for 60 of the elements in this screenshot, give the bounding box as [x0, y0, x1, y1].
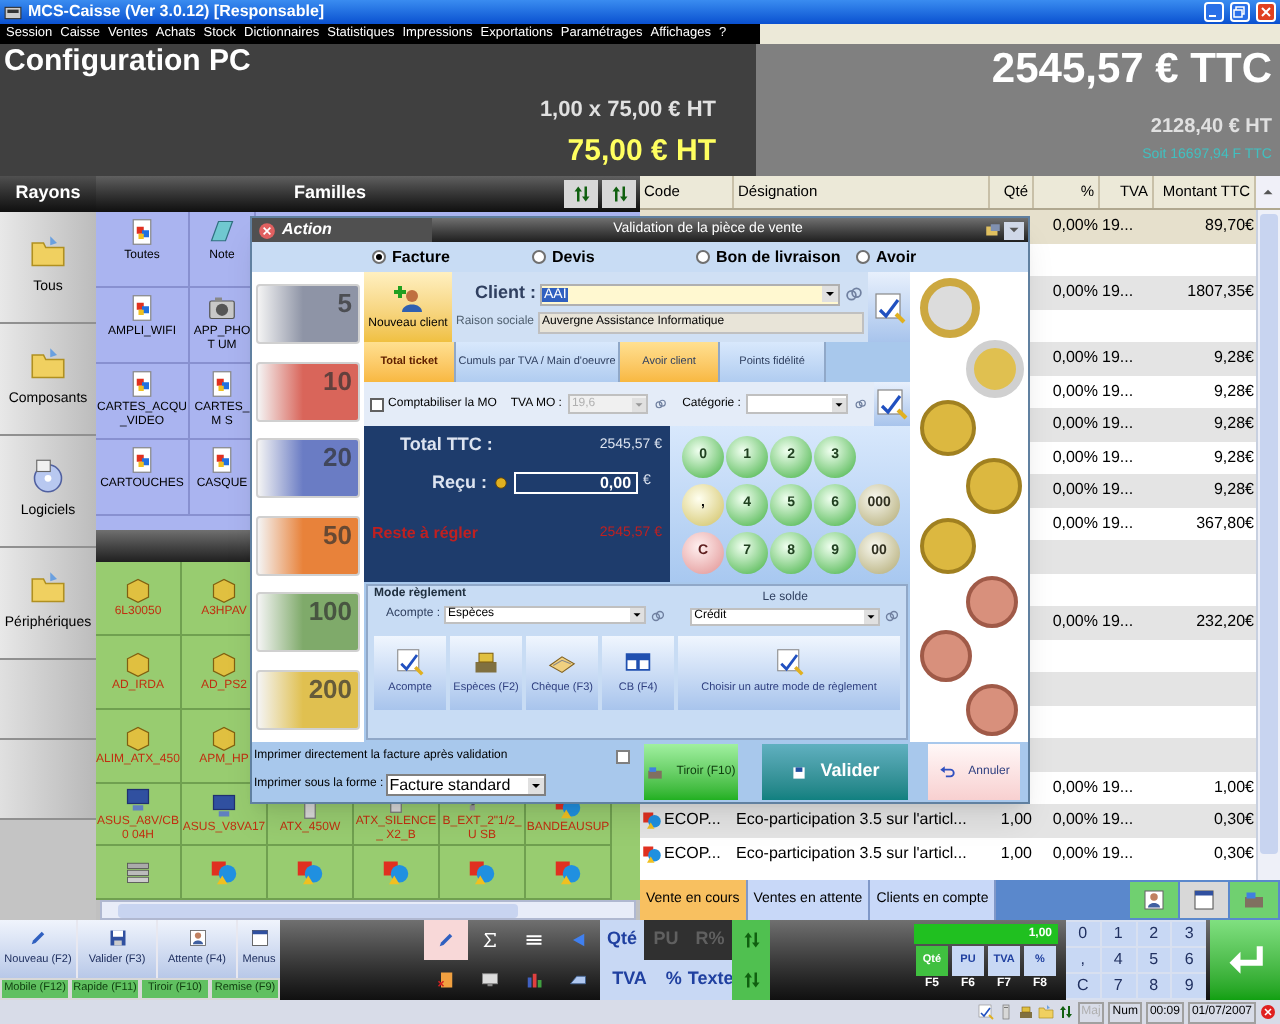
- table-cell: 0,00%: [1052, 808, 1098, 833]
- table-cell: 0,00%: [1052, 214, 1098, 239]
- table-cell: 19...: [1102, 610, 1134, 635]
- table-cell: Eco-participation 3.5 sur l'articl...: [736, 808, 967, 833]
- table-cell: 19...: [1102, 412, 1134, 437]
- table-cell: 19...: [1102, 478, 1134, 503]
- banknote-value: 5: [337, 290, 353, 317]
- table-cell: ECOP...: [664, 841, 721, 866]
- table-cell: 19...: [1102, 346, 1134, 371]
- table-cell: 1,00: [1000, 808, 1032, 833]
- line-total: 75,00 € HT: [567, 132, 716, 173]
- table-cell: 9,28€: [1213, 379, 1254, 404]
- table-cell: 1,00: [1000, 841, 1032, 866]
- table-cell: 9,28€: [1213, 445, 1254, 470]
- table-cell: 1,00€: [1213, 775, 1254, 800]
- table-cell: 0,00%: [1052, 445, 1098, 470]
- banknote-value: 10: [323, 367, 353, 394]
- total-label: Total TTC :: [400, 432, 493, 458]
- window-title: MCS-Caisse (Ver 3.0.12) [Responsable]: [28, 4, 325, 20]
- table-cell: 0,00%: [1052, 610, 1098, 635]
- table-cell: 19...: [1102, 280, 1134, 305]
- table-cell: Eco-participation 3.5 sur l'articl...: [736, 841, 967, 866]
- total-ttc: 2545,57 € TTC: [991, 44, 1272, 96]
- total-ht: 2128,40 € HT: [1150, 114, 1272, 143]
- table-cell: 19...: [1102, 775, 1134, 800]
- remaining-label: Reste à régler: [372, 522, 478, 546]
- banknote-value: 20: [323, 444, 353, 471]
- table-cell: 19...: [1102, 379, 1134, 404]
- panel-header: Rayons: [0, 176, 96, 212]
- table-cell: 0,00%: [1052, 775, 1098, 800]
- table-cell: 0,00%: [1052, 412, 1098, 437]
- table-cell: 19...: [1102, 214, 1134, 239]
- table-cell: 9,28€: [1213, 346, 1254, 371]
- table-cell: 0,00%: [1052, 841, 1098, 866]
- table-cell: ECOP...: [664, 808, 721, 833]
- panel-header: Familles: [291, 180, 369, 207]
- banknote-value: 100: [308, 598, 353, 625]
- table-cell: 1807,35€: [1187, 280, 1254, 305]
- table-cell: 19...: [1102, 808, 1134, 833]
- table-cell: 89,70€: [1205, 214, 1254, 239]
- table-cell: 19...: [1102, 445, 1134, 470]
- table-cell: 0,00%: [1052, 511, 1098, 536]
- table-cell: 367,80€: [1196, 511, 1254, 536]
- table-cell: 0,00%: [1052, 478, 1098, 503]
- table-cell: 9,28€: [1213, 412, 1254, 437]
- table-cell: 9,28€: [1213, 478, 1254, 503]
- table-cell: 0,30€: [1213, 808, 1254, 833]
- table-cell: 0,00%: [1052, 346, 1098, 371]
- table-cell: 0,00%: [1052, 280, 1098, 305]
- banknote-value: 200: [308, 675, 353, 702]
- received-label: Reçu :: [432, 469, 488, 496]
- table-cell: 0,00%: [1052, 379, 1098, 404]
- banknote-value: 50: [323, 521, 353, 548]
- field-label: Client :: [473, 280, 536, 307]
- table-cell: 19...: [1102, 511, 1134, 536]
- quantity-price: 1,00 x 75,00 € HT: [539, 95, 716, 126]
- table-cell: 232,20€: [1196, 610, 1254, 635]
- table-cell: 19...: [1102, 841, 1134, 866]
- table-cell: 0,30€: [1213, 841, 1254, 866]
- article-name: Configuration PC: [4, 44, 253, 82]
